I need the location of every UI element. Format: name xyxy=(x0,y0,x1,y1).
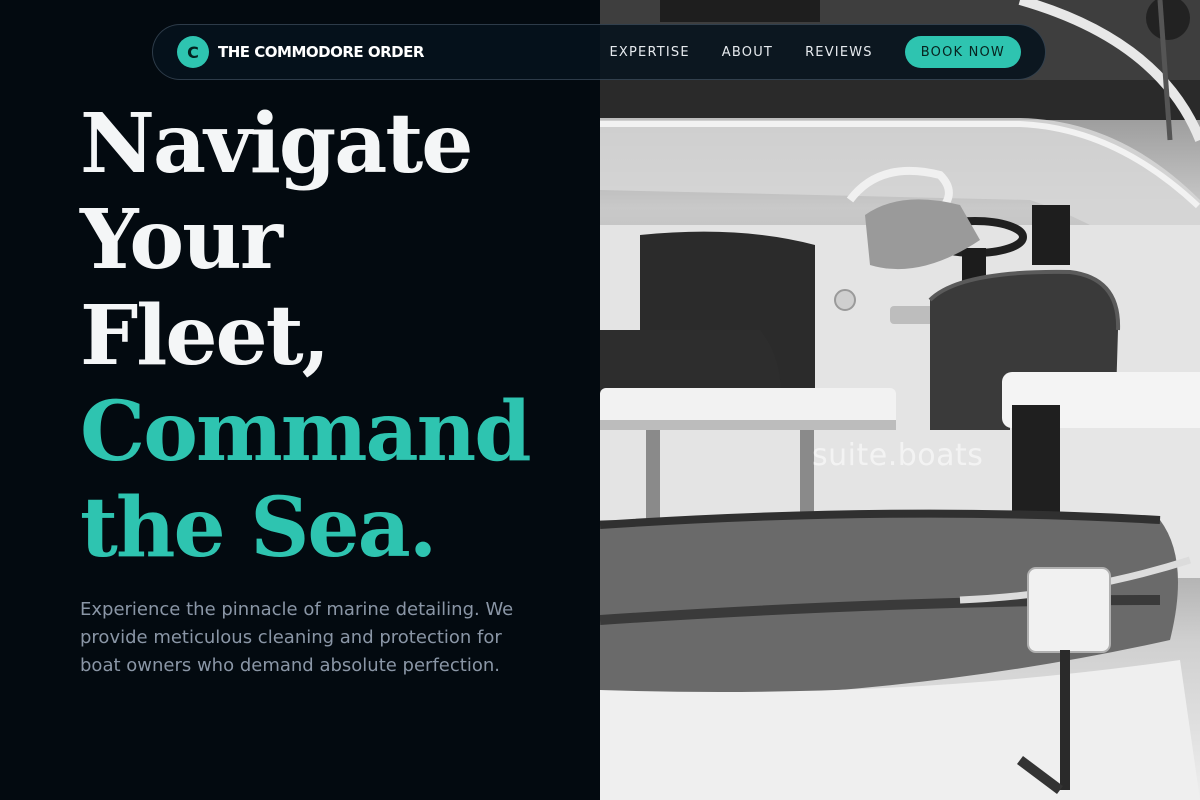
navbar: C THE COMMODORE ORDER EXPERTISE ABOUT RE… xyxy=(152,24,1046,80)
headline-line: Your xyxy=(80,192,283,288)
headline-accent-line: the Sea. xyxy=(80,480,437,576)
hero-headline: Navigate Your Fleet, Command the Sea. xyxy=(80,96,532,576)
headline-accent-line: Command xyxy=(80,384,532,480)
photo-watermark: suite.boats xyxy=(812,438,984,473)
nav-link-reviews[interactable]: REVIEWS xyxy=(805,45,873,60)
boat-interior-photo: suite.boats xyxy=(600,0,1200,800)
hero-section: Navigate Your Fleet, Command the Sea. Ex… xyxy=(0,0,600,800)
boat-photo-drawing xyxy=(600,0,1200,800)
brand-logo-icon: C xyxy=(177,36,209,68)
landing-page: Navigate Your Fleet, Command the Sea. Ex… xyxy=(0,0,1200,800)
brand-name: THE COMMODORE ORDER xyxy=(218,43,424,61)
hero-description: Experience the pinnacle of marine detail… xyxy=(80,599,514,676)
nav-link-about[interactable]: ABOUT xyxy=(722,45,773,60)
headline-line: Navigate xyxy=(80,96,473,192)
book-now-button[interactable]: BOOK NOW xyxy=(904,36,1021,68)
nav-link-expertise[interactable]: EXPERTISE xyxy=(609,45,689,60)
headline-line: Fleet, xyxy=(80,288,330,384)
nav-links: EXPERTISE ABOUT REVIEWS BOOK NOW xyxy=(609,36,1021,68)
brand[interactable]: C THE COMMODORE ORDER xyxy=(177,36,424,68)
